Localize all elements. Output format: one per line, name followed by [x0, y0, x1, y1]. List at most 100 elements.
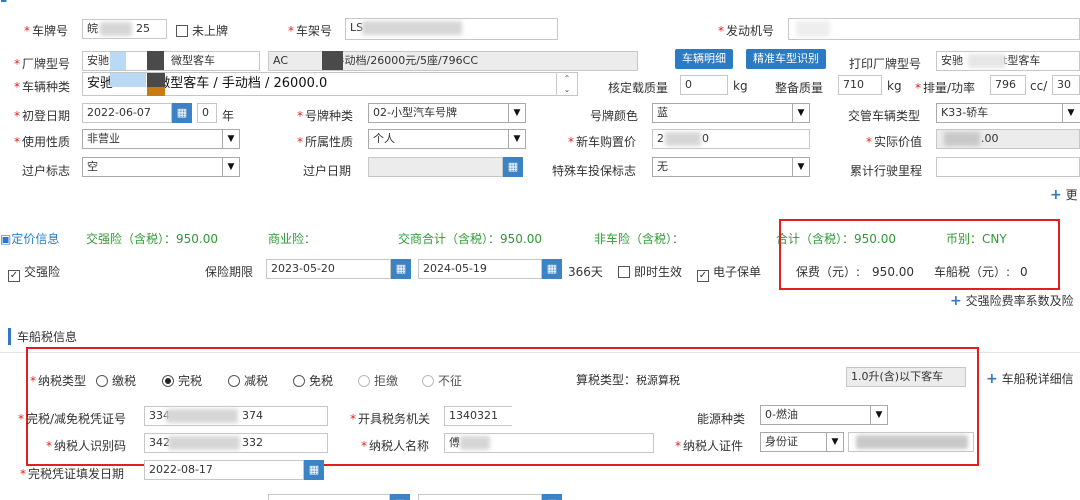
chevron-down-icon: ▼ [792, 104, 809, 122]
reg-date-input[interactable]: 2022-06-07 [82, 103, 172, 123]
traffic-type-select[interactable]: K33-轿车 ▼ [936, 103, 1080, 123]
chevron-down-icon: ▼ [792, 158, 809, 176]
days-count: 366天 [568, 265, 603, 279]
redaction-mask [110, 73, 146, 87]
plate-color-label: 号牌颜色 [590, 109, 639, 123]
radio-paid[interactable]: 完税 [162, 372, 202, 389]
tax-section-title: 车船税信息 [8, 328, 77, 345]
years-input[interactable]: 0 [197, 103, 217, 123]
calendar-icon[interactable]: ▦ [503, 157, 523, 177]
chevron-down-icon: ▼ [870, 406, 887, 424]
chevron-down-icon: ▼ [508, 104, 525, 122]
chevron-down-icon: ▼ [1062, 104, 1079, 122]
owner-type-select[interactable]: 个人 ▼ [368, 129, 526, 149]
authority-label: * 开具税务机关 [350, 412, 431, 426]
calendar-icon[interactable]: ▦ [390, 494, 410, 500]
period-label: 保险期限 [205, 265, 254, 279]
model-input[interactable]: 安驰 微型客车 [82, 51, 260, 71]
chevron-down-icon: ▼ [508, 130, 525, 148]
redaction-mask [944, 132, 980, 146]
more-link[interactable]: + 更 [1050, 186, 1078, 203]
new-price-label: * 新车购置价 [568, 135, 637, 149]
mileage-input[interactable] [936, 157, 1080, 177]
immediate-checkbox[interactable]: 即时生效 [618, 263, 682, 280]
taxpayer-cert-select[interactable]: 身份证 ▼ [760, 432, 844, 452]
power-input[interactable]: 30 [1052, 75, 1080, 95]
tax-detail-link[interactable]: + 车船税详细信 [986, 370, 1074, 387]
mileage-label: 累计行驶里程 [850, 164, 923, 178]
redaction-mask [968, 54, 1006, 68]
section-marker-icon: ▣ [0, 232, 12, 246]
redaction-mask [100, 22, 132, 36]
special-select[interactable]: 无 ▼ [652, 157, 810, 177]
redaction-mask [460, 436, 490, 450]
transfer-date-input[interactable] [368, 157, 503, 177]
highlight-box [779, 219, 1060, 290]
calc-type: 算税类型：税源算税 [576, 373, 681, 387]
load-label: 核定载质量 [608, 81, 669, 95]
spinner-icon[interactable]: ⌃ ⌄ [556, 73, 577, 95]
transfer-select[interactable]: 空 ▼ [82, 157, 240, 177]
engine-label: * 发动机号 [718, 24, 775, 38]
reg-date-label: * 初登日期 [14, 109, 71, 123]
precise-model-button[interactable]: 精准车型识别 [746, 49, 826, 69]
epolicy-checkbox[interactable]: ✓ 电子保单 [697, 263, 761, 282]
redaction-mask [362, 21, 462, 35]
redaction-mask [665, 132, 701, 146]
vehicle-section-header: ▪ [0, 0, 60, 5]
redaction-mask [166, 409, 238, 423]
end-date-input[interactable]: 2024-05-19 [418, 259, 542, 279]
cert-date-label: * 完税凭证填发日期 [20, 467, 125, 481]
plus-icon: + [986, 371, 998, 387]
calendar-icon[interactable]: ▦ [391, 259, 411, 279]
radio-refuse[interactable]: 拒缴 [358, 372, 398, 389]
unplated-checkbox[interactable]: 未上牌 [176, 22, 228, 39]
combined-total: 交商合计（含税）：950.00 [398, 232, 543, 246]
start-date-input[interactable]: 2023-05-20 [266, 259, 391, 279]
redaction-mask [147, 87, 165, 96]
ctp-total: 交强险（含税）：950.00 [86, 232, 219, 246]
radio-pay[interactable]: 缴税 [96, 372, 136, 389]
next-date-input[interactable] [268, 494, 390, 500]
plate-type-label: * 号牌种类 [297, 109, 354, 123]
special-label: 特殊车投保标志 [552, 164, 637, 178]
radio-reduced[interactable]: 减税 [228, 372, 268, 389]
vin-label: * 车架号 [288, 24, 333, 38]
plate-type-select[interactable]: 02-小型汽车号牌 ▼ [368, 103, 526, 123]
ctp-checkbox[interactable]: ✓ 交强险 [8, 263, 60, 282]
engine-input[interactable] [788, 18, 1080, 40]
commercial-total: 商业险： [268, 232, 317, 246]
radio-exempt[interactable]: 免税 [293, 372, 333, 389]
redaction-mask [110, 52, 126, 70]
displacement-input[interactable]: 796 [990, 75, 1026, 95]
print-model-input[interactable]: 安驰 t型客车 [936, 51, 1080, 71]
cert-no-label: * 完税/减免税凭证号 [18, 412, 127, 426]
cert-date-input[interactable]: 2022-08-17 [144, 460, 304, 480]
vehicle-detail-button[interactable]: 车辆明细 [675, 49, 733, 69]
calendar-icon[interactable]: ▦ [542, 494, 562, 500]
plus-icon: + [1050, 187, 1062, 203]
coef-link[interactable]: + 交强险费率系数及险 [950, 292, 1074, 309]
authority-input[interactable]: 1340321 [444, 406, 512, 426]
curb-label: 整备质量 [775, 81, 824, 95]
load-input[interactable]: 0 [680, 75, 728, 95]
curb-input[interactable]: 710 [838, 75, 882, 95]
pricing-section-title: ▣定价信息 [0, 232, 60, 246]
calendar-icon[interactable]: ▦ [304, 460, 324, 480]
plate-label: * 车牌号 [24, 24, 69, 38]
usage-select[interactable]: 非营业 ▼ [82, 129, 240, 149]
years-unit: 年 [222, 109, 235, 123]
taxpayer-name-label: * 纳税人名称 [361, 439, 430, 453]
curb-unit: kg [887, 79, 902, 93]
energy-select[interactable]: 0-燃油 ▼ [760, 405, 888, 425]
calendar-icon[interactable]: ▦ [542, 259, 562, 279]
radio-none[interactable]: 不征 [422, 372, 462, 389]
redaction-mask [322, 51, 343, 70]
next-date-input[interactable] [418, 494, 542, 500]
plate-color-select[interactable]: 蓝 ▼ [652, 103, 810, 123]
load-unit: kg [733, 79, 748, 93]
redaction-mask [168, 436, 240, 450]
calendar-icon[interactable]: ▦ [172, 103, 192, 123]
chevron-down-icon: ▼ [826, 433, 843, 451]
noncar-total: 非车险（含税）： [594, 232, 685, 246]
